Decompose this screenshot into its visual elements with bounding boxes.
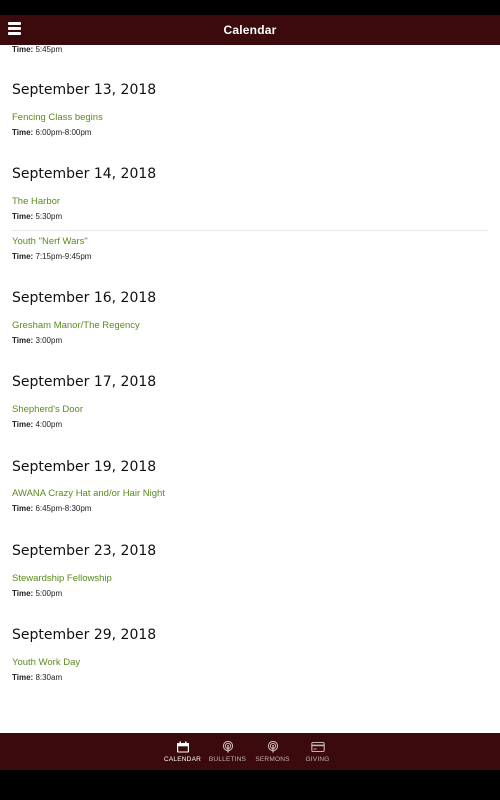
event-time: Time: 6:45pm-8:30pm	[12, 504, 92, 513]
event-time: Time: 5:30pm	[12, 212, 63, 221]
nav-label: SERMONS	[255, 755, 290, 763]
nav-giving[interactable]: GIVING	[295, 741, 340, 763]
nav-sermons[interactable]: SERMONS	[250, 740, 295, 763]
event-time: Time: 7:15pm-9:45pm	[12, 252, 92, 261]
nav-label: GIVING	[305, 755, 330, 763]
list-item[interactable]: AWANA Crazy Hat and/or Hair Night Time: …	[12, 488, 488, 513]
event-title-link[interactable]: Youth Work Day	[12, 657, 488, 668]
podcast-icon	[267, 740, 278, 752]
event-title-link[interactable]: Gresham Manor/The Regency	[12, 320, 488, 331]
page-title: Calendar	[223, 23, 277, 37]
bottom-nav: CALENDAR BULLETINS SERMONS GIVING	[0, 733, 500, 770]
event-time: Time: 5:45pm	[12, 45, 63, 54]
nav-bulletins[interactable]: BULLETINS	[205, 740, 250, 763]
event-title-link[interactable]: Fencing Class begins	[12, 112, 488, 123]
day-header: September 16, 2018	[12, 290, 157, 306]
list-item[interactable]: Youth Work Day Time: 8:30am	[12, 657, 488, 682]
podcast-icon	[222, 740, 233, 752]
list-item[interactable]: The Harbor Time: 5:30pm	[12, 196, 488, 221]
day-header: September 13, 2018	[12, 82, 157, 98]
status-bar	[0, 0, 500, 15]
list-item[interactable]: Youth "Nerf Wars" Time: 7:15pm-9:45pm	[12, 236, 488, 261]
event-time: Time: 4:00pm	[12, 420, 63, 429]
event-time: Time: 6:00pm-8:00pm	[12, 128, 92, 137]
calendar-list[interactable]: Time: 5:45pm September 13, 2018 Fencing …	[0, 45, 500, 733]
day-header: September 17, 2018	[12, 374, 157, 390]
event-time: Time: 3:00pm	[12, 336, 63, 345]
list-item[interactable]: Stewardship Fellowship Time: 5:00pm	[12, 573, 488, 598]
event-title-link[interactable]: Stewardship Fellowship	[12, 573, 488, 584]
event-title-link[interactable]: Shepherd's Door	[12, 404, 488, 415]
day-header: September 19, 2018	[12, 459, 157, 475]
list-item[interactable]: Shepherd's Door Time: 4:00pm	[12, 404, 488, 429]
event-title-link[interactable]: Youth "Nerf Wars"	[12, 236, 488, 247]
event-time: Time: 5:00pm	[12, 589, 63, 598]
day-header: September 23, 2018	[12, 543, 157, 559]
nav-label: BULLETINS	[208, 755, 247, 763]
credit-card-icon	[310, 741, 325, 752]
event-title-link[interactable]: AWANA Crazy Hat and/or Hair Night	[12, 488, 488, 499]
calendar-icon	[176, 741, 189, 752]
list-item[interactable]: Fencing Class begins Time: 6:00pm-8:00pm	[12, 112, 488, 137]
day-header: September 29, 2018	[12, 627, 157, 643]
day-header: September 14, 2018	[12, 166, 157, 182]
list-item[interactable]: Gresham Manor/The Regency Time: 3:00pm	[12, 320, 488, 345]
event-title-link[interactable]: The Harbor	[12, 196, 488, 207]
event-time: Time: 8:30am	[12, 673, 63, 682]
system-navigation-bar	[0, 770, 500, 800]
app-bar: Calendar	[0, 15, 500, 45]
hamburger-menu-icon[interactable]	[8, 22, 22, 36]
divider	[12, 230, 488, 231]
nav-label: CALENDAR	[164, 755, 201, 763]
nav-calendar[interactable]: CALENDAR	[160, 741, 205, 763]
